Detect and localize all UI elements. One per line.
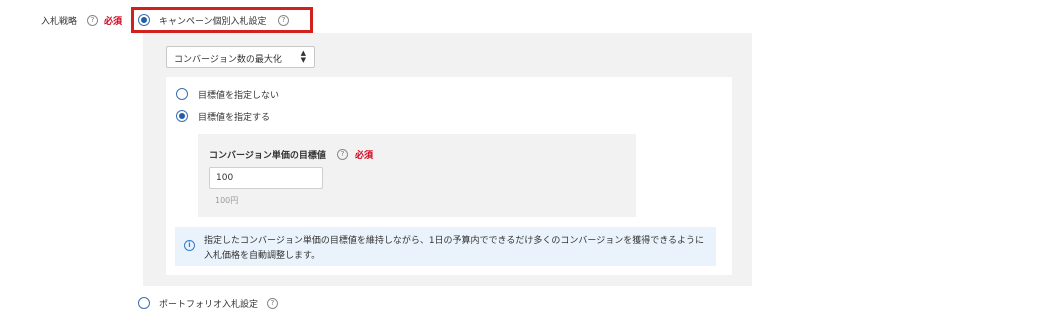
set-target-radio[interactable]	[176, 110, 188, 122]
highlight-frame	[131, 7, 313, 33]
portfolio-bid-label[interactable]: ポートフォリオ入札設定	[159, 297, 258, 310]
bid-strategy-select[interactable]: コンバージョン数の最大化 ▲ ▼	[166, 46, 315, 68]
help-icon[interactable]: ?	[337, 149, 348, 160]
target-cpa-input[interactable]	[209, 167, 323, 189]
select-arrows-icon: ▲ ▼	[300, 49, 306, 64]
portfolio-bid-radio[interactable]	[138, 297, 150, 309]
info-text: 指定したコンバージョン単価の目標値を維持しながら、1日の予算内でできるだけ多くの…	[204, 236, 705, 261]
bid-strategy-label: 入札戦略	[41, 17, 78, 27]
help-icon[interactable]: ?	[87, 15, 98, 26]
info-icon: i	[184, 240, 195, 251]
no-target-label[interactable]: 目標値を指定しない	[198, 88, 279, 101]
target-cpa-label: コンバージョン単価の目標値	[209, 151, 326, 161]
required-badge: 必須	[355, 151, 374, 161]
required-badge: 必須	[104, 17, 123, 27]
help-icon[interactable]: ?	[267, 298, 278, 309]
select-value: コンバージョン数の最大化	[174, 55, 282, 65]
no-target-radio[interactable]	[176, 88, 188, 100]
set-target-label[interactable]: 目標値を指定する	[198, 110, 270, 123]
target-cpa-unit: 100円	[215, 196, 239, 205]
